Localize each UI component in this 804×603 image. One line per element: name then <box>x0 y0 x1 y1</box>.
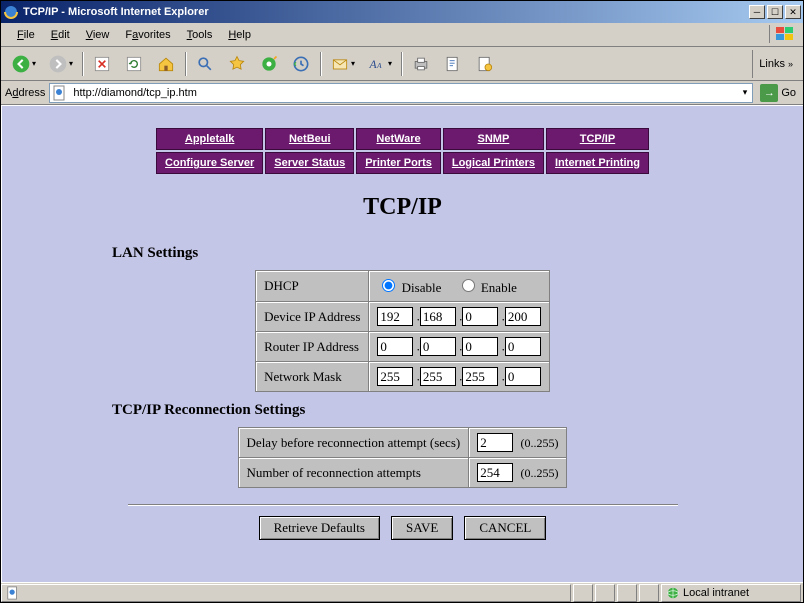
page-icon-small <box>6 586 20 600</box>
svg-text:A: A <box>369 58 378 71</box>
netmask-4[interactable] <box>505 367 541 386</box>
address-label: Address <box>5 87 45 99</box>
ie-icon <box>3 4 19 20</box>
titlebar: TCP/IP - Microsoft Internet Explorer ─ ☐… <box>1 1 803 23</box>
refresh-button[interactable] <box>119 50 149 78</box>
font-size-button[interactable]: AA▾ <box>362 50 397 78</box>
print-button[interactable] <box>406 50 436 78</box>
close-button[interactable]: ✕ <box>785 5 801 19</box>
delay-input[interactable] <box>477 433 513 452</box>
menu-file[interactable]: File <box>9 27 43 43</box>
router-ip-3[interactable] <box>462 337 498 356</box>
router-ip-label: Router IP Address <box>256 332 369 362</box>
lan-settings-title: LAN Settings <box>112 245 793 262</box>
tab-configure-server[interactable]: Configure Server <box>156 152 263 174</box>
attempts-range: (0..255) <box>520 466 558 480</box>
tab-netware[interactable]: NetWare <box>356 128 441 150</box>
router-ip-1[interactable] <box>377 337 413 356</box>
netmask-3[interactable] <box>462 367 498 386</box>
device-ip-2[interactable] <box>420 307 456 326</box>
window-title: TCP/IP - Microsoft Internet Explorer <box>23 6 749 18</box>
cancel-button[interactable]: CANCEL <box>464 516 546 540</box>
svg-text:A: A <box>376 61 382 70</box>
back-button[interactable]: ▾ <box>6 50 41 78</box>
minimize-button[interactable]: ─ <box>749 5 765 19</box>
netmask-2[interactable] <box>420 367 456 386</box>
lan-settings-table: DHCP Disable Enable Device IP Address . … <box>255 270 550 392</box>
nav-tabs: Appletalk NetBeui NetWare SNMP TCP/IP Co… <box>154 126 651 176</box>
reconnection-settings-table: Delay before reconnection attempt (secs)… <box>238 427 568 488</box>
status-slot-4 <box>639 584 659 602</box>
menu-tools[interactable]: Tools <box>179 27 221 43</box>
favorites-button[interactable] <box>222 50 252 78</box>
device-ip-4[interactable] <box>505 307 541 326</box>
status-main <box>1 584 571 602</box>
go-button[interactable]: → Go <box>757 83 799 103</box>
page-icon <box>52 85 68 101</box>
menu-view[interactable]: View <box>78 27 118 43</box>
history-button[interactable] <box>286 50 316 78</box>
menu-edit[interactable]: Edit <box>43 27 78 43</box>
retrieve-defaults-button[interactable]: Retrieve Defaults <box>259 516 380 540</box>
device-ip-label: Device IP Address <box>256 302 369 332</box>
delay-label: Delay before reconnection attempt (secs) <box>238 428 469 458</box>
dhcp-label: DHCP <box>256 271 369 302</box>
device-ip-3[interactable] <box>462 307 498 326</box>
home-button[interactable] <box>151 50 181 78</box>
tab-server-status[interactable]: Server Status <box>265 152 354 174</box>
links-panel[interactable]: Links» <box>752 50 799 78</box>
save-button[interactable]: SAVE <box>391 516 453 540</box>
tab-appletalk[interactable]: Appletalk <box>156 128 263 150</box>
router-ip-4[interactable] <box>505 337 541 356</box>
search-button[interactable] <box>190 50 220 78</box>
dhcp-disable-radio[interactable] <box>382 279 395 292</box>
address-input-wrap[interactable]: ▾ <box>49 83 753 103</box>
router-ip-2[interactable] <box>420 337 456 356</box>
dhcp-enable-radio[interactable] <box>462 279 475 292</box>
menu-favorites[interactable]: Favorites <box>117 27 178 43</box>
netmask-1[interactable] <box>377 367 413 386</box>
dhcp-disable-option[interactable]: Disable <box>377 280 441 295</box>
status-slot-3 <box>617 584 637 602</box>
netmask-label: Network Mask <box>256 362 369 392</box>
go-arrow-icon: → <box>760 84 778 102</box>
address-dropdown-icon[interactable]: ▾ <box>740 87 751 98</box>
button-row: Retrieve Defaults SAVE CANCEL <box>12 516 793 540</box>
attempts-label: Number of reconnection attempts <box>238 458 469 488</box>
menubar: File Edit View Favorites Tools Help <box>1 23 803 47</box>
addressbar: Address ▾ → Go <box>1 81 803 105</box>
tab-logical-printers[interactable]: Logical Printers <box>443 152 544 174</box>
dhcp-enable-option[interactable]: Enable <box>457 280 517 295</box>
tab-netbeui[interactable]: NetBeui <box>265 128 354 150</box>
address-input[interactable] <box>71 86 739 100</box>
menu-help[interactable]: Help <box>220 27 259 43</box>
edit-button[interactable] <box>438 50 468 78</box>
stop-button[interactable] <box>87 50 117 78</box>
delay-range: (0..255) <box>520 436 558 450</box>
status-zone: Local intranet <box>661 584 801 602</box>
status-slot-2 <box>595 584 615 602</box>
windows-flag-icon <box>769 25 799 43</box>
status-slot-1 <box>573 584 593 602</box>
tab-internet-printing[interactable]: Internet Printing <box>546 152 649 174</box>
intranet-icon <box>666 586 680 600</box>
forward-button[interactable]: ▾ <box>43 50 78 78</box>
divider <box>128 504 678 506</box>
tab-printer-ports[interactable]: Printer Ports <box>356 152 441 174</box>
statusbar: Local intranet <box>1 582 803 602</box>
mail-button[interactable]: ▾ <box>325 50 360 78</box>
page-heading: TCP/IP <box>12 194 793 221</box>
tab-snmp[interactable]: SNMP <box>443 128 544 150</box>
content-area: Appletalk NetBeui NetWare SNMP TCP/IP Co… <box>1 105 803 582</box>
discuss-button[interactable] <box>470 50 500 78</box>
tab-tcpip[interactable]: TCP/IP <box>546 128 649 150</box>
device-ip-1[interactable] <box>377 307 413 326</box>
media-button[interactable] <box>254 50 284 78</box>
attempts-input[interactable] <box>477 463 513 482</box>
maximize-button[interactable]: ☐ <box>767 5 783 19</box>
reconnection-settings-title: TCP/IP Reconnection Settings <box>112 402 793 419</box>
toolbar: ▾ ▾ ▾ AA▾ Links» <box>1 47 803 81</box>
